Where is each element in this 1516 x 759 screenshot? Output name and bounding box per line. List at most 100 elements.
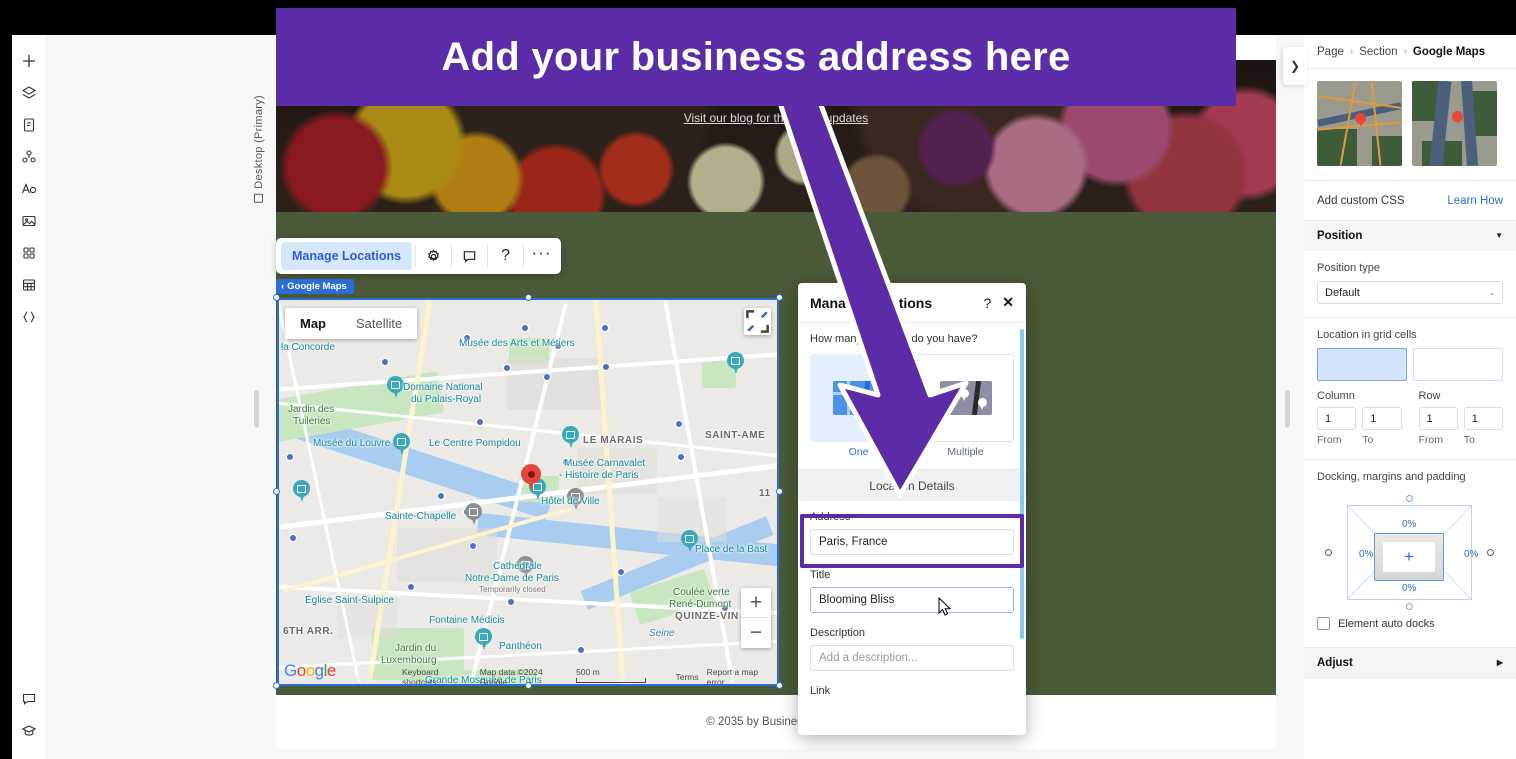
- docking-label: Docking, margins and padding: [1317, 471, 1466, 483]
- breadcrumb-page[interactable]: Page: [1317, 46, 1344, 58]
- dock-anchor-bottom[interactable]: [1406, 603, 1413, 610]
- position-section-header[interactable]: Position ▼: [1304, 221, 1516, 251]
- dock-bottom-value[interactable]: 0%: [1402, 583, 1416, 594]
- learn-how-link[interactable]: Learn How: [1447, 195, 1503, 207]
- business-location-marker[interactable]: [521, 464, 541, 492]
- column-row-controls: Column 1 1 From To Row 1 1 From To: [1317, 390, 1503, 446]
- docking-center-icon[interactable]: +: [1383, 542, 1435, 572]
- grid-cell-selector[interactable]: [1317, 348, 1503, 381]
- keyboard-shortcuts-link[interactable]: Keyboard shortcuts: [402, 667, 472, 687]
- adjust-section-header[interactable]: Adjust ▶: [1304, 648, 1516, 678]
- resize-handle-se[interactable]: [776, 682, 783, 689]
- map-tab-satellite[interactable]: Satellite: [341, 308, 417, 339]
- map-poi-pin[interactable]: [475, 628, 492, 651]
- description-input[interactable]: Add a description...: [810, 645, 1014, 671]
- map-poi-pin[interactable]: [393, 433, 410, 456]
- google-maps-element[interactable]: la Concorde Musée des Arts et Métiers Doma…: [273, 294, 783, 689]
- docking-inner-box[interactable]: +: [1374, 533, 1444, 581]
- auto-dock-row[interactable]: Element auto docks: [1317, 617, 1503, 634]
- resize-handle-nw[interactable]: [273, 294, 280, 301]
- map-thumbnail-1[interactable]: [1317, 81, 1402, 166]
- column-to-input[interactable]: 1: [1362, 407, 1402, 430]
- auto-dock-checkbox[interactable]: [1317, 617, 1330, 630]
- more-options-button[interactable]: ···: [525, 241, 558, 271]
- address-input[interactable]: Paris, France: [810, 529, 1014, 555]
- breadcrumb-sep-2: ›: [1403, 46, 1407, 57]
- fullscreen-icon[interactable]: [744, 308, 771, 335]
- media-icon[interactable]: [15, 143, 43, 171]
- chevron-down-icon: ▼: [1495, 231, 1503, 240]
- gear-icon[interactable]: [417, 241, 450, 271]
- google-logo: Google: [284, 661, 336, 680]
- map-poi-pin[interactable]: [465, 503, 482, 526]
- map-label: Seine: [649, 628, 675, 639]
- layers-icon[interactable]: [15, 79, 43, 107]
- terms-link[interactable]: Terms: [675, 672, 698, 682]
- map-zoom-controls[interactable]: + −: [741, 588, 771, 648]
- left-toolbar: [12, 35, 45, 759]
- map-poi-pin[interactable]: [293, 480, 310, 503]
- position-type-label: Position type: [1317, 262, 1380, 274]
- code-icon[interactable]: [15, 303, 43, 331]
- apps-icon[interactable]: [15, 239, 43, 267]
- zoom-out-button[interactable]: −: [741, 618, 771, 648]
- help-button[interactable]: ?: [489, 241, 522, 271]
- row-from-input[interactable]: 1: [1418, 407, 1458, 430]
- map-thumbnail-2[interactable]: [1412, 81, 1497, 166]
- map-poi-pin[interactable]: [727, 352, 744, 375]
- add-icon[interactable]: [15, 47, 43, 75]
- row-to-input[interactable]: 1: [1463, 407, 1503, 430]
- image-icon[interactable]: [15, 207, 43, 235]
- dock-left-value[interactable]: 0%: [1359, 549, 1373, 560]
- grid-cells-label: Location in grid cells: [1317, 329, 1417, 341]
- resize-handle-w[interactable]: [273, 488, 280, 495]
- map-poi-pin[interactable]: [562, 426, 579, 449]
- map-label: - Histoire de Paris: [559, 470, 639, 481]
- table-icon[interactable]: [15, 271, 43, 299]
- field-title: Title Blooming Bliss: [810, 559, 1014, 617]
- resize-handle-n[interactable]: [525, 294, 532, 301]
- map-label: Cathédrale: [493, 561, 542, 572]
- map-label: Panthéon: [499, 641, 542, 652]
- toolbar-divider-2: [451, 245, 453, 267]
- breadcrumb: Page › Section › Google Maps: [1304, 35, 1516, 69]
- text-icon[interactable]: [15, 175, 43, 203]
- comment-icon[interactable]: [453, 241, 486, 271]
- dialog-help-button[interactable]: ?: [983, 295, 991, 311]
- panel-expander-button[interactable]: ❯: [1283, 47, 1307, 85]
- row-from-label: From: [1418, 434, 1444, 446]
- left-resize-handle[interactable]: [254, 390, 259, 428]
- chat-icon[interactable]: [15, 685, 43, 713]
- dialog-scrollbar[interactable]: [1020, 329, 1024, 639]
- grid-cell-1[interactable]: [1317, 348, 1407, 381]
- close-icon[interactable]: ✕: [1002, 294, 1014, 311]
- resize-handle-sw[interactable]: [273, 682, 280, 689]
- dock-anchor-right[interactable]: [1487, 549, 1494, 556]
- right-resize-handle[interactable]: [1285, 390, 1290, 428]
- element-type-tag[interactable]: ‹ Google Maps: [276, 279, 354, 294]
- docking-widget[interactable]: + 0% 0% 0% 0%: [1317, 495, 1503, 613]
- position-type-value: Default: [1325, 286, 1360, 299]
- report-error-link[interactable]: Report a map error: [707, 667, 775, 687]
- title-input[interactable]: Blooming Bliss: [810, 587, 1014, 613]
- map-canvas[interactable]: la Concorde Musée des Arts et Métiers Doma…: [277, 298, 779, 686]
- map-tab-map[interactable]: Map: [285, 308, 341, 339]
- map-type-switcher[interactable]: Map Satellite: [285, 308, 418, 339]
- zoom-in-button[interactable]: +: [741, 588, 771, 618]
- resize-handle-s[interactable]: [525, 682, 532, 689]
- scale-bar: [576, 677, 647, 683]
- grid-cell-2[interactable]: [1413, 348, 1503, 381]
- dock-top-value[interactable]: 0%: [1402, 519, 1416, 530]
- column-from-input[interactable]: 1: [1317, 407, 1357, 430]
- page-icon[interactable]: [15, 111, 43, 139]
- dock-anchor-left[interactable]: [1325, 549, 1332, 556]
- learn-icon[interactable]: [15, 717, 43, 745]
- position-type-select[interactable]: Default ⌄: [1317, 281, 1503, 304]
- manage-locations-button[interactable]: Manage Locations: [281, 242, 413, 270]
- map-poi-pin[interactable]: [387, 376, 404, 399]
- position-type-block: Position type Default ⌄: [1304, 251, 1516, 318]
- dock-anchor-top[interactable]: [1406, 495, 1413, 502]
- dock-right-value[interactable]: 0%: [1464, 549, 1478, 560]
- toolbar-divider: [415, 245, 417, 267]
- breadcrumb-section[interactable]: Section: [1359, 46, 1397, 58]
